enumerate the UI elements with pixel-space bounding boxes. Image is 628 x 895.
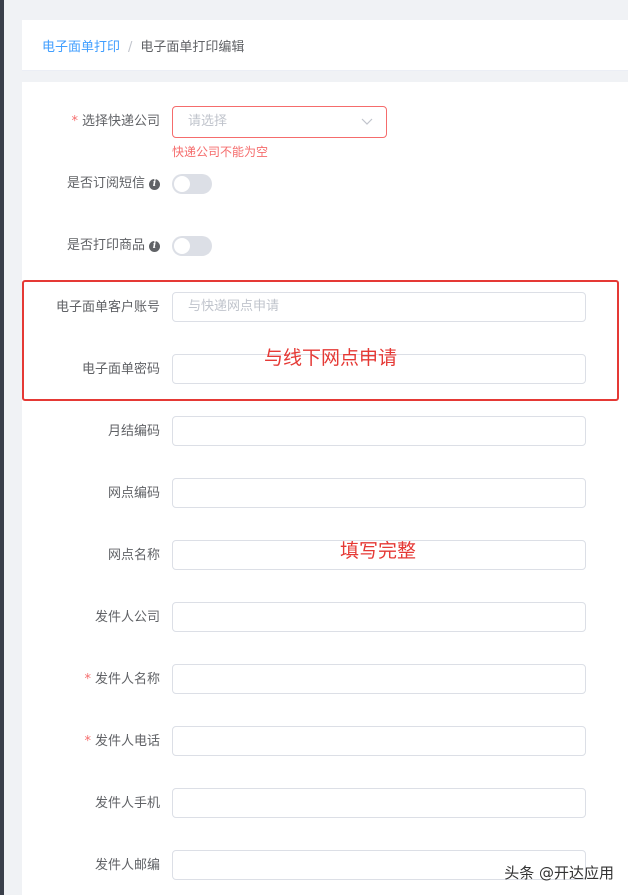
edit-form: * 选择快递公司 请选择 快递公司不能为空 是否订阅短信 i 是否打印商品 i 电子面… [22,82,628,895]
monthly-code-input[interactable] [172,416,586,446]
sender-name-input[interactable] [172,664,586,694]
sender-phone-label: * 发件人电话 [84,734,160,749]
breadcrumb-link-parent[interactable]: 电子面单打印 [42,40,120,55]
sidebar-edge [0,0,4,895]
sms-subscribe-switch[interactable] [172,174,212,194]
sender-zip-label: 发件人邮编 [94,858,160,873]
monthly-code-label: 月结编码 [107,424,160,439]
form-row-branch-name: 网点名称 [22,540,628,572]
switch-knob [174,176,190,192]
branch-code-input[interactable] [172,478,586,508]
express-company-error: 快递公司不能为空 [172,145,269,159]
sender-company-input[interactable] [172,602,586,632]
annotation-highlight-box [22,280,619,401]
branch-name-label: 网点名称 [107,548,160,563]
info-icon[interactable]: i [149,241,160,252]
sender-mobile-input[interactable] [172,788,586,818]
breadcrumb-card: 电子面单打印 / 电子面单打印编辑 [22,20,628,71]
required-asterisk: * [84,734,91,749]
form-row-sender-company: 发件人公司 [22,602,628,634]
chevron-down-icon [361,118,373,125]
print-goods-switch[interactable] [172,236,212,256]
branch-code-label: 网点编码 [107,486,160,501]
annotation-fill-note: 填写完整 [340,540,417,562]
sender-company-label: 发件人公司 [94,610,160,625]
sender-mobile-label: 发件人手机 [94,796,160,811]
switch-knob [174,238,190,254]
sms-subscribe-label: 是否订阅短信 i [67,168,160,200]
breadcrumb: 电子面单打印 / 电子面单打印编辑 [42,36,244,55]
required-asterisk: * [84,672,91,687]
form-row-branch-code: 网点编码 [22,478,628,510]
info-icon[interactable]: i [149,179,160,190]
breadcrumb-separator: / [128,40,133,55]
annotation-box-note: 与线下网点申请 [264,347,398,369]
select-placeholder: 请选择 [188,114,228,129]
form-row-print-goods: 是否打印商品 i [22,230,628,262]
form-row-monthly-code: 月结编码 [22,416,628,448]
print-goods-label: 是否打印商品 i [67,230,160,262]
form-row-sender-phone: * 发件人电话 [22,726,628,758]
form-row-sender-mobile: 发件人手机 [22,788,628,820]
required-asterisk: * [71,114,78,129]
form-row-sms-subscribe: 是否订阅短信 i [22,168,628,200]
watermark: 头条 @开达应用 [504,864,614,882]
express-company-label: * 选择快递公司 [71,114,160,129]
breadcrumb-current: 电子面单打印编辑 [140,40,245,55]
sender-name-label: * 发件人名称 [84,672,160,687]
sender-phone-input[interactable] [172,726,586,756]
form-row-express-company: * 选择快递公司 请选择 快递公司不能为空 [22,106,628,159]
express-company-select[interactable]: 请选择 [172,106,387,138]
form-row-sender-name: * 发件人名称 [22,664,628,696]
